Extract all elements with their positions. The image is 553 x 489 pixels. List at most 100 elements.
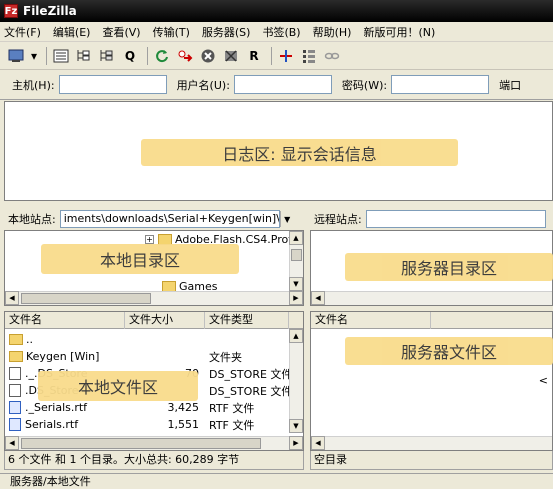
host-label: 主机(H):	[12, 78, 55, 92]
scroll-thumb[interactable]	[291, 249, 302, 261]
remote-list-horizontal-scrollbar[interactable]: ◀	[311, 436, 552, 450]
truncated-column-indicator: <	[538, 374, 548, 387]
toolbar: ▾ Q R	[0, 42, 553, 70]
file-name: Keygen [Win]	[26, 350, 100, 363]
scroll-right-icon[interactable]: ▶	[289, 436, 303, 450]
local-site-label: 本地站点:	[4, 211, 60, 227]
local-tree-horizontal-scrollbar[interactable]: ◀ ▶	[5, 291, 303, 305]
toggle-queue-icon[interactable]: Q	[120, 46, 140, 66]
password-label: 密码(W):	[341, 78, 388, 92]
menu-new-version[interactable]: 新版可用！(N)	[363, 24, 435, 40]
cancel-icon[interactable]	[198, 46, 218, 66]
toggle-remote-tree-icon[interactable]	[97, 46, 117, 66]
file-type: RTF 文件	[209, 418, 255, 432]
quickconnect-bar: 主机(H): 用户名(U): 密码(W): 端口	[0, 70, 553, 100]
file-size: 1,551	[167, 418, 200, 431]
dropdown-icon[interactable]: ▾	[29, 46, 39, 66]
menu-bar: 文件(F) 编辑(E) 查看(V) 传输(T) 服务器(S) 书签(B) 帮助(…	[0, 22, 553, 42]
username-label: 用户名(U):	[176, 78, 230, 92]
disconnect-icon[interactable]	[221, 46, 241, 66]
column-header-filename[interactable]: 文件名	[5, 312, 125, 329]
file-type: RTF 文件	[209, 401, 255, 415]
column-header-filename[interactable]: 文件名	[311, 312, 431, 329]
file-icon	[9, 367, 21, 380]
scroll-right-icon[interactable]: ▶	[289, 291, 303, 305]
compare-icon[interactable]	[276, 46, 296, 66]
file-name: ._Serials.rtf	[25, 401, 88, 414]
scroll-left-icon[interactable]: ◀	[5, 436, 19, 450]
folder-icon	[9, 334, 23, 345]
port-label: 端口	[499, 78, 522, 92]
toolbar-separator	[271, 46, 272, 65]
site-manager-icon[interactable]	[6, 46, 26, 66]
expand-icon[interactable]: +	[145, 235, 154, 244]
file-type: DS_STORE 文件	[209, 384, 293, 398]
file-type: 文件夹	[209, 350, 242, 364]
file-row[interactable]: Serials.rtf 1,551 RTF 文件	[5, 416, 285, 433]
column-header-filetype[interactable]: 文件类型	[205, 312, 289, 329]
file-icon	[9, 384, 21, 397]
window-title: FileZilla	[23, 4, 77, 18]
annotation-server-files: 服务器文件区	[345, 337, 553, 365]
local-path-dropdown-icon[interactable]: ▼	[279, 211, 294, 227]
menu-help[interactable]: 帮助(H)	[313, 24, 352, 40]
title-bar: Fz FileZilla	[0, 0, 553, 22]
queue-header: 服务器/本地文件	[0, 473, 553, 489]
scroll-up-icon[interactable]: ▲	[289, 329, 303, 343]
menu-edit[interactable]: 编辑(E)	[53, 24, 91, 40]
rtf-file-icon	[9, 401, 21, 414]
toggle-log-icon[interactable]	[51, 46, 71, 66]
reconnect-icon[interactable]: R	[244, 46, 264, 66]
annotation-local-files: 本地文件区	[38, 371, 198, 401]
file-row[interactable]: ..	[5, 331, 285, 348]
annotation-local-dir: 本地目录区	[41, 244, 239, 274]
remote-site-label: 远程站点:	[310, 211, 366, 227]
menu-view[interactable]: 查看(V)	[102, 24, 140, 40]
sync-browse-icon[interactable]	[322, 46, 342, 66]
filter-icon[interactable]	[299, 46, 319, 66]
local-status: 6 个文件 和 1 个目录。大小总共: 60,289 字节	[4, 451, 304, 470]
remote-status: 空目录	[310, 451, 553, 470]
menu-server[interactable]: 服务器(S)	[202, 24, 251, 40]
menu-transfer[interactable]: 传输(T)	[153, 24, 190, 40]
annotation-log: 日志区: 显示会话信息	[141, 139, 458, 166]
rtf-file-icon	[9, 418, 21, 431]
column-header-filesize[interactable]: 文件大小	[125, 312, 205, 329]
local-file-list-header: 文件名 文件大小 文件类型	[5, 312, 303, 329]
file-size: 3,425	[167, 401, 200, 414]
local-list-horizontal-scrollbar[interactable]: ◀ ▶	[5, 436, 303, 450]
remote-site-bar: 远程站点:	[310, 208, 553, 230]
file-row[interactable]: ._Serials.rtf 3,425 RTF 文件	[5, 399, 285, 416]
scroll-thumb[interactable]	[21, 438, 261, 449]
remote-file-list-header: 文件名	[311, 312, 552, 329]
file-name: Serials.rtf	[25, 418, 79, 431]
toggle-local-tree-icon[interactable]	[74, 46, 94, 66]
process-queue-icon[interactable]	[175, 46, 195, 66]
folder-icon	[9, 351, 23, 362]
filezilla-logo-icon: Fz	[4, 4, 18, 18]
local-list-vertical-scrollbar[interactable]: ▲ ▼	[289, 329, 303, 433]
scroll-up-icon[interactable]: ▲	[289, 231, 303, 245]
file-name: ..	[26, 333, 33, 346]
menu-bookmarks[interactable]: 书签(B)	[262, 24, 300, 40]
scroll-thumb[interactable]	[21, 293, 151, 304]
username-input[interactable]	[233, 75, 332, 94]
toolbar-separator	[147, 46, 148, 65]
remote-file-list[interactable]: 文件名 < ◀	[310, 311, 553, 451]
local-tree-vertical-scrollbar[interactable]: ▲ ▼	[289, 231, 303, 291]
host-input[interactable]	[58, 75, 167, 94]
password-input[interactable]	[391, 75, 490, 94]
file-row[interactable]: Keygen [Win] 文件夹	[5, 348, 285, 365]
scroll-left-icon[interactable]: ◀	[5, 291, 19, 305]
annotation-server-dir: 服务器目录区	[345, 253, 553, 281]
scroll-left-icon[interactable]: ◀	[311, 436, 325, 450]
scroll-left-icon[interactable]: ◀	[311, 291, 325, 305]
menu-file[interactable]: 文件(F)	[4, 24, 41, 40]
scroll-down-icon[interactable]: ▼	[289, 419, 303, 433]
remote-path-input[interactable]	[365, 210, 546, 228]
scroll-down-icon[interactable]: ▼	[289, 277, 303, 291]
local-path-input[interactable]: iments\downloads\Serial+Keygen[win]\	[59, 210, 280, 228]
refresh-icon[interactable]	[152, 46, 172, 66]
remote-tree-horizontal-scrollbar[interactable]: ◀	[311, 291, 552, 305]
toolbar-separator	[46, 46, 47, 65]
